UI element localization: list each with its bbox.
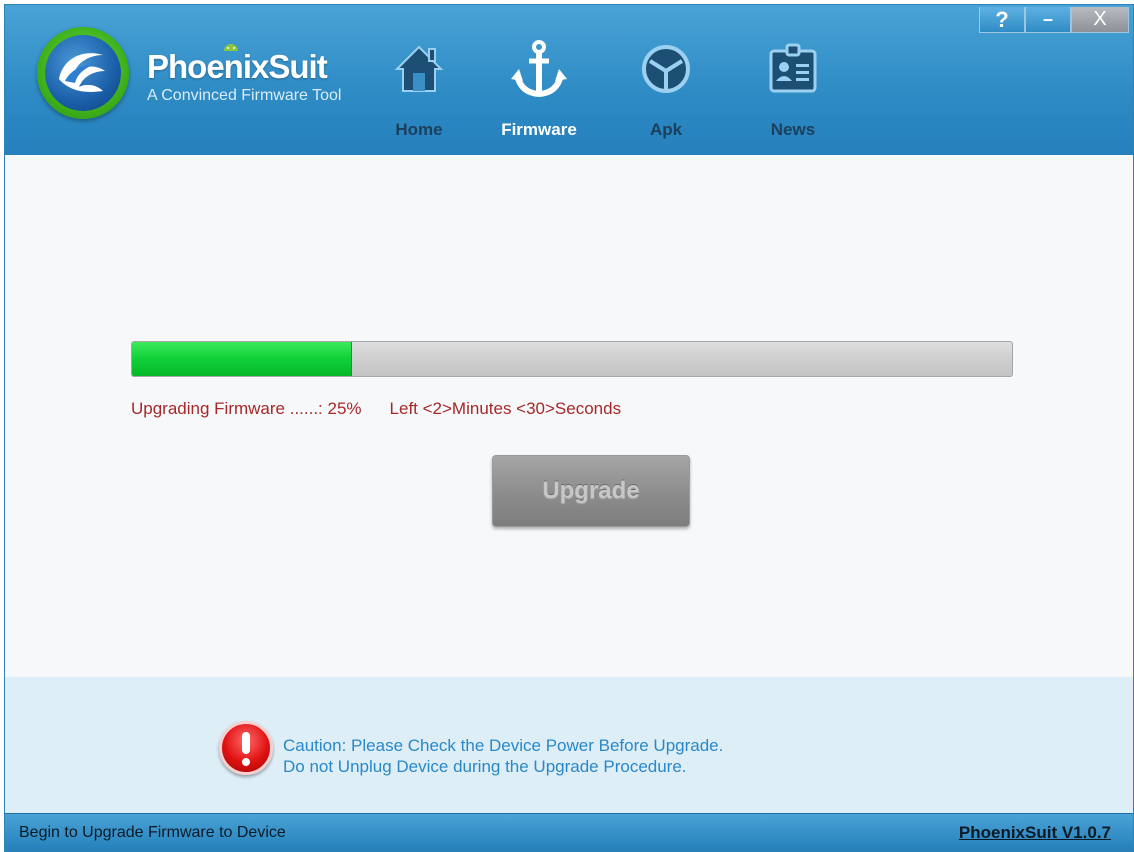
caution-line-2: Do not Unplug Device during the Upgrade … (283, 757, 687, 776)
app-subtitle: A Convinced Firmware Tool (147, 87, 342, 104)
caution-panel: Caution: Please Check the Device Power B… (5, 677, 1133, 815)
nav-home[interactable]: Home (369, 5, 469, 155)
nav-news-label: News (770, 120, 816, 139)
help-button[interactable]: ? (979, 7, 1025, 33)
status-message: Begin to Upgrade Firmware to Device (19, 824, 286, 841)
app-window: PhoenixSuit A Convinced Firmware Tool Ho… (4, 4, 1134, 852)
caution-line-1: Caution: Please Check the Device Power B… (283, 736, 724, 755)
header-bar: PhoenixSuit A Convinced Firmware Tool Ho… (5, 5, 1133, 155)
phoenix-logo-icon (37, 27, 129, 119)
caution-text: Caution: Please Check the Device Power B… (283, 735, 723, 777)
apk-icon (642, 45, 690, 93)
nav-news[interactable]: News (743, 5, 843, 155)
nav-firmware-label: Firmware (501, 120, 577, 139)
minimize-button[interactable]: – (1025, 7, 1071, 33)
progress-label: Upgrading Firmware ......: 25% (131, 399, 362, 418)
anchor-icon (511, 40, 567, 98)
status-bar: Begin to Upgrade Firmware to Device Phoe… (5, 813, 1133, 851)
brand: PhoenixSuit A Convinced Firmware Tool (147, 44, 342, 105)
progress-status: Upgrading Firmware ......: 25% Left <2>Mi… (131, 399, 621, 419)
version-link[interactable]: PhoenixSuit V1.0.7 (959, 823, 1111, 843)
news-icon (769, 43, 817, 93)
main-panel: Upgrading Firmware ......: 25% Left <2>Mi… (5, 155, 1133, 677)
close-button[interactable]: X (1071, 7, 1129, 33)
nav-home-label: Home (395, 120, 443, 139)
window-controls: ? – X (979, 7, 1129, 33)
exclamation-icon (219, 721, 273, 775)
upgrade-button[interactable]: Upgrade (492, 455, 690, 527)
app-title: PhoenixSuit (147, 48, 328, 85)
nav-apk-label: Apk (649, 120, 683, 139)
android-icon (224, 44, 238, 51)
nav-apk[interactable]: Apk (616, 5, 716, 155)
upgrade-progress-bar (131, 341, 1013, 377)
nav-firmware[interactable]: Firmware (489, 5, 589, 155)
progress-fill (132, 342, 352, 376)
home-icon (394, 45, 444, 92)
time-remaining: Left <2>Minutes <30>Seconds (389, 399, 622, 418)
